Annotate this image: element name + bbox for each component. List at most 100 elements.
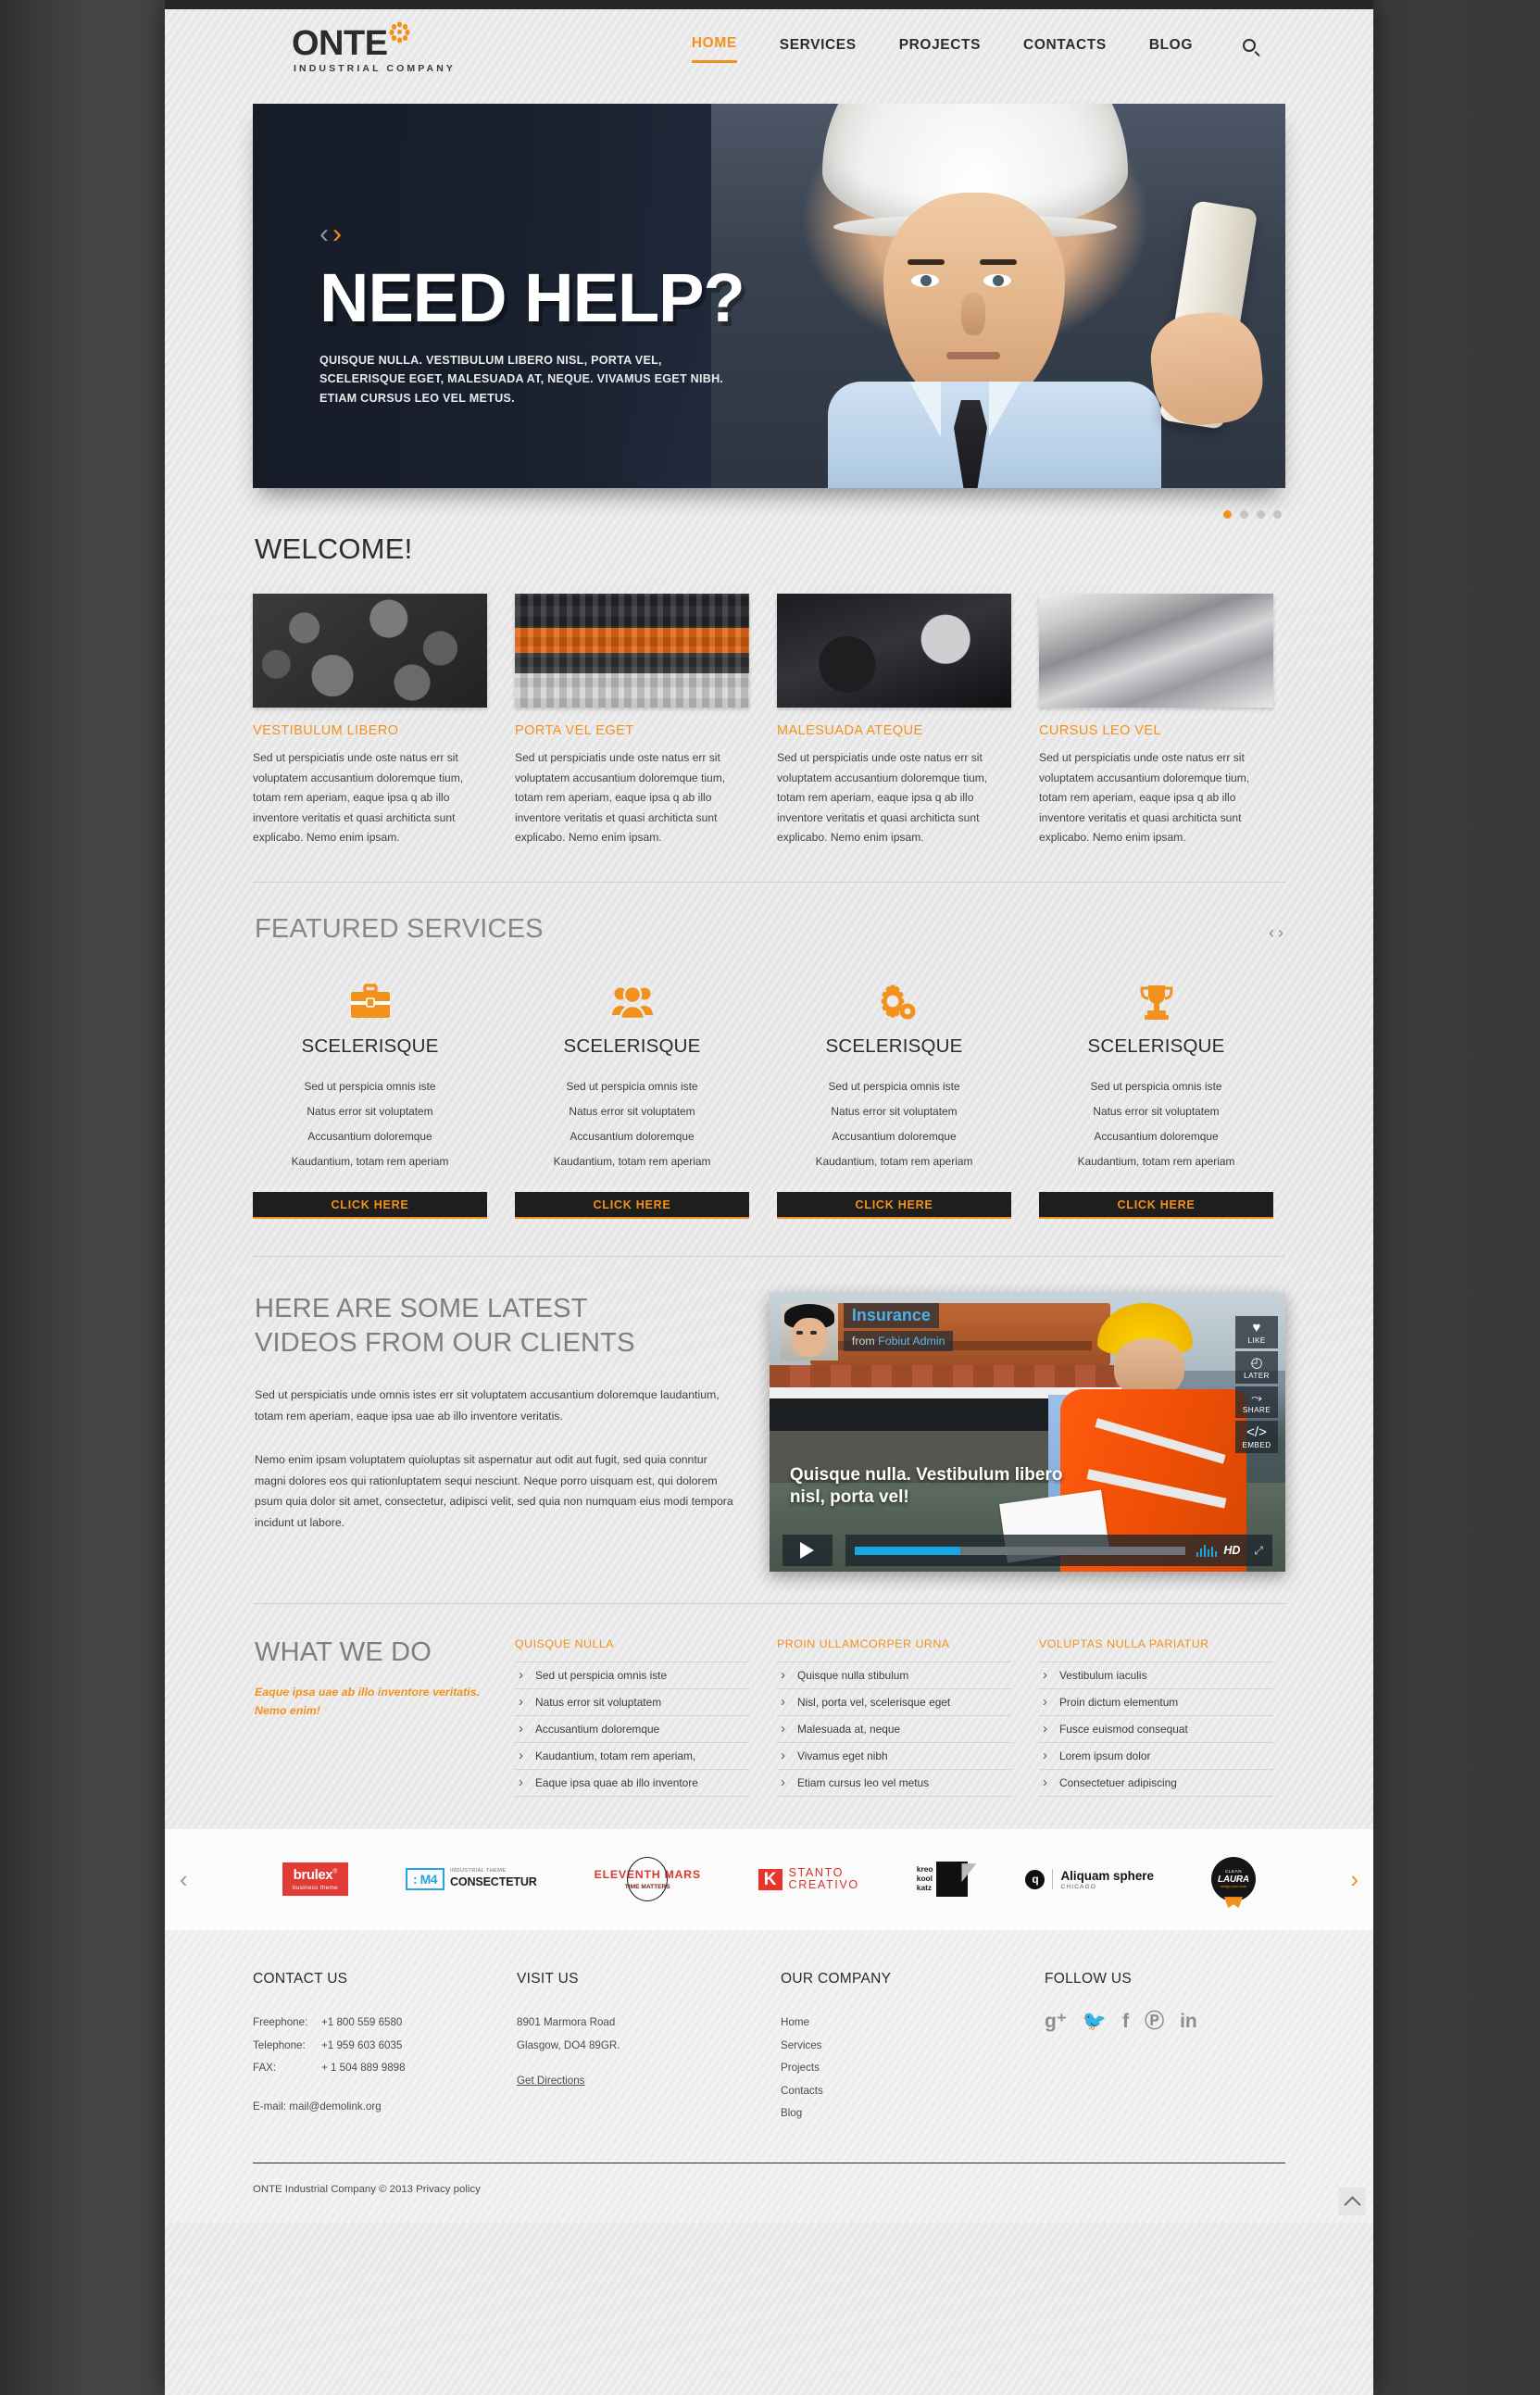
logo-word: ONTE	[292, 24, 388, 63]
card-title[interactable]: MALESUADA ATEQUE	[777, 723, 1011, 738]
partner-logo-m4[interactable]: : M4 INDUSTRIAL THEME CONSECTETUR	[406, 1860, 537, 1899]
click-here-button[interactable]: CLICK HERE	[253, 1192, 487, 1220]
from-label: from	[851, 1335, 875, 1348]
play-icon[interactable]	[782, 1535, 833, 1567]
welcome-card[interactable]: VESTIBULUM LIBERO Sed ut perspiciatis un…	[253, 594, 487, 848]
list-item[interactable]: Proin dictum elementum	[1039, 1689, 1273, 1717]
list-item[interactable]: Accusantium doloremque	[515, 1716, 749, 1744]
get-directions-link[interactable]: Get Directions	[517, 2075, 584, 2087]
video-player[interactable]: Insurance from Fobiut Admin ♥ LIKE ◴ LATER…	[769, 1292, 1285, 1573]
click-here-button[interactable]: CLICK HERE	[1039, 1192, 1273, 1220]
kreo-k-mark	[936, 1862, 969, 1898]
footer-nav-projects[interactable]: Projects	[781, 2057, 1045, 2080]
service-card: SCELERISQUE Sed ut perspicia omnis iste …	[777, 978, 1011, 1220]
list-item[interactable]: Malesuada at, neque	[777, 1716, 1011, 1744]
nav-item-projects[interactable]: PROJECTS	[899, 37, 981, 62]
list-item[interactable]: Nisl, porta vel, scelerisque eget	[777, 1689, 1011, 1717]
video-author-name[interactable]: Fobiut Admin	[878, 1335, 945, 1348]
hero-slider: ‹ › NEED HELP? QUISQUE NULLA. VESTIBULUM…	[253, 104, 1285, 488]
welcome-card[interactable]: PORTA VEL EGET Sed ut perspiciatis unde …	[515, 594, 749, 848]
heart-icon[interactable]: ♥ LIKE	[1235, 1316, 1278, 1348]
volume-equalizer-icon[interactable]	[1196, 1544, 1218, 1558]
click-here-button[interactable]: CLICK HERE	[777, 1192, 1011, 1220]
list-item[interactable]: Quisque nulla stibulum	[777, 1662, 1011, 1690]
list-item[interactable]: Natus error sit voluptatem	[515, 1689, 749, 1717]
service-card: SCELERISQUE Sed ut perspicia omnis iste …	[1039, 978, 1273, 1220]
list-item[interactable]: Sed ut perspicia omnis iste	[515, 1662, 749, 1690]
nav-item-contacts[interactable]: CONTACTS	[1023, 37, 1107, 62]
service-line: Sed ut perspicia omnis iste	[1090, 1079, 1222, 1093]
linkedin-icon[interactable]: in	[1180, 2012, 1197, 2031]
progress-bar[interactable]	[854, 1546, 1186, 1555]
partner-logo-clean-laura[interactable]: CLEAN LAURA design your work	[1210, 1857, 1256, 1902]
list-item[interactable]: Etiam cursus leo vel metus	[777, 1770, 1011, 1798]
partners-next-arrow[interactable]: ›	[1335, 1865, 1373, 1894]
partner-logo-stanto-creativo[interactable]: K STANTO CREATIVO	[757, 1860, 859, 1899]
logo[interactable]: ONTE INDUSTRIAL COMPANY	[292, 21, 456, 74]
partner-logo-brulex[interactable]: brulex® business theme	[282, 1860, 349, 1899]
column-list: Vestibulum iaculis Proin dictum elementu…	[1039, 1661, 1273, 1798]
search-icon[interactable]	[1243, 39, 1263, 59]
hd-badge[interactable]: HD	[1223, 1544, 1240, 1557]
partner-logo-eleventh-mars[interactable]: ELEVENTH MARS TIME MATTERS	[595, 1857, 701, 1902]
welcome-card[interactable]: CURSUS LEO VEL Sed ut perspiciatis unde …	[1039, 594, 1273, 848]
list-item[interactable]: Kaudantium, totam rem aperiam,	[515, 1743, 749, 1771]
nav-item-services[interactable]: SERVICES	[780, 37, 857, 62]
scroll-to-top-icon[interactable]	[1338, 2188, 1366, 2216]
footer-nav-services[interactable]: Services	[781, 2035, 1045, 2058]
card-thumbnail-coal[interactable]	[253, 594, 487, 708]
card-title[interactable]: VESTIBULUM LIBERO	[253, 723, 487, 738]
service-cards: SCELERISQUE Sed ut perspicia omnis iste …	[253, 978, 1285, 1220]
pagination-dot[interactable]	[1273, 510, 1282, 519]
card-thumbnail-machine[interactable]	[777, 594, 1011, 708]
service-title: SCELERISQUE	[563, 1034, 701, 1057]
social-links: g⁺ 🐦 f Ⓟ in	[1045, 2012, 1285, 2031]
card-title[interactable]: CURSUS LEO VEL	[1039, 723, 1273, 738]
hero-next-arrow[interactable]: ›	[332, 220, 342, 248]
list-item[interactable]: Lorem ipsum dolor	[1039, 1743, 1273, 1771]
google-plus-icon[interactable]: g⁺	[1045, 2012, 1067, 2031]
list-item[interactable]: Fusce euismod consequat	[1039, 1716, 1273, 1744]
footer-email[interactable]: E-mail: mail@demolink.org	[253, 2100, 517, 2113]
list-item[interactable]: Vivamus eget nibh	[777, 1743, 1011, 1771]
pagination-dot[interactable]	[1240, 510, 1248, 519]
services-prev-arrow[interactable]: ‹	[1269, 923, 1274, 943]
twitter-icon[interactable]: 🐦	[1083, 2012, 1107, 2031]
welcome-section: WELCOME! VESTIBULUM LIBERO Sed ut perspi…	[253, 488, 1285, 848]
hero-photo	[711, 104, 1285, 488]
video-title[interactable]: Insurance	[843, 1303, 939, 1329]
nav-item-home[interactable]: HOME	[691, 35, 737, 63]
services-next-arrow[interactable]: ›	[1278, 923, 1283, 943]
footer-address-line2: Glasgow, DO4 89GR.	[517, 2038, 620, 2051]
partner-logo-aliquam-sphere[interactable]: q Aliquam sphere CHICAGO	[1025, 1860, 1154, 1899]
fullscreen-icon[interactable]: ⤢	[1254, 1544, 1263, 1558]
welcome-card[interactable]: MALESUADA ATEQUE Sed ut perspiciatis und…	[777, 594, 1011, 848]
footer-nav-blog[interactable]: Blog	[781, 2102, 1045, 2125]
nav-item-blog[interactable]: BLOG	[1149, 37, 1193, 62]
list-item[interactable]: Eaque ipsa quae ab illo inventore	[515, 1770, 749, 1798]
clock-icon[interactable]: ◴ LATER	[1235, 1350, 1278, 1384]
service-line: Accusantium doloremque	[832, 1129, 957, 1143]
partners-prev-arrow[interactable]: ‹	[165, 1865, 203, 1894]
list-item[interactable]: Vestibulum iaculis	[1039, 1662, 1273, 1690]
site-footer: CONTACT US Freephone: +1 800 559 6580 Tel…	[165, 1930, 1373, 2224]
hero-prev-arrow[interactable]: ‹	[319, 220, 329, 248]
pagination-dot[interactable]	[1223, 510, 1232, 519]
pinterest-icon[interactable]: Ⓟ	[1145, 2012, 1164, 2031]
footer-nav-home[interactable]: Home	[781, 2012, 1045, 2035]
service-line: Kaudantium, totam rem aperiam	[1077, 1155, 1235, 1168]
brulex-mark: ®	[332, 1868, 338, 1875]
facebook-icon[interactable]: f	[1122, 2012, 1129, 2031]
gears-icon	[777, 978, 1011, 1026]
list-item[interactable]: Consectetuer adipiscing	[1039, 1770, 1273, 1798]
footer-nav-contacts[interactable]: Contacts	[781, 2080, 1045, 2103]
partner-logo-kreo-kool-katz[interactable]: kreo kool katz	[917, 1860, 969, 1899]
logo-subtitle: INDUSTRIAL COMPANY	[294, 63, 456, 74]
pagination-dot[interactable]	[1257, 510, 1265, 519]
embed-icon[interactable]: </> EMBED	[1235, 1421, 1278, 1454]
card-thumbnail-plant[interactable]	[515, 594, 749, 708]
share-icon[interactable]: ⤳ SHARE	[1235, 1386, 1278, 1419]
click-here-button[interactable]: CLICK HERE	[515, 1192, 749, 1220]
card-title[interactable]: PORTA VEL EGET	[515, 723, 749, 738]
card-thumbnail-metal[interactable]	[1039, 594, 1273, 708]
